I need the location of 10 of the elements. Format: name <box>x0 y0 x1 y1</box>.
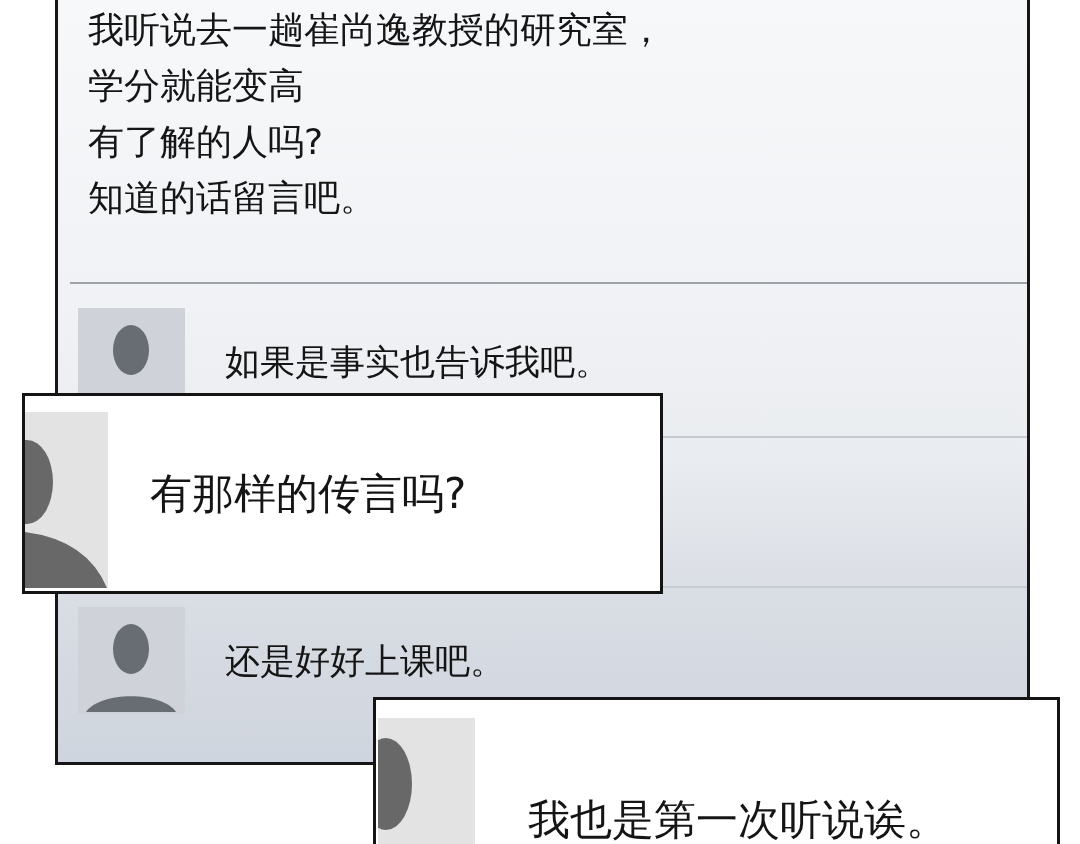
post-text-line: 有了解的人吗? <box>88 120 324 164</box>
comment-text: 如果是事实也告诉我吧。 <box>225 340 610 384</box>
post-text-line: 知道的话留言吧。 <box>88 176 376 220</box>
comment-text: 有那样的传言吗? <box>150 469 467 518</box>
comment-text: 还是好好上课吧。 <box>225 639 505 683</box>
avatar-icon <box>78 607 185 714</box>
comment-text: 我也是第一次听说诶。 <box>528 796 948 844</box>
avatar-icon <box>378 718 475 844</box>
post-text-line: 学分就能变高 <box>88 64 304 108</box>
post-text-line: 我听说去一趟崔尚逸教授的研究室， <box>88 8 664 52</box>
